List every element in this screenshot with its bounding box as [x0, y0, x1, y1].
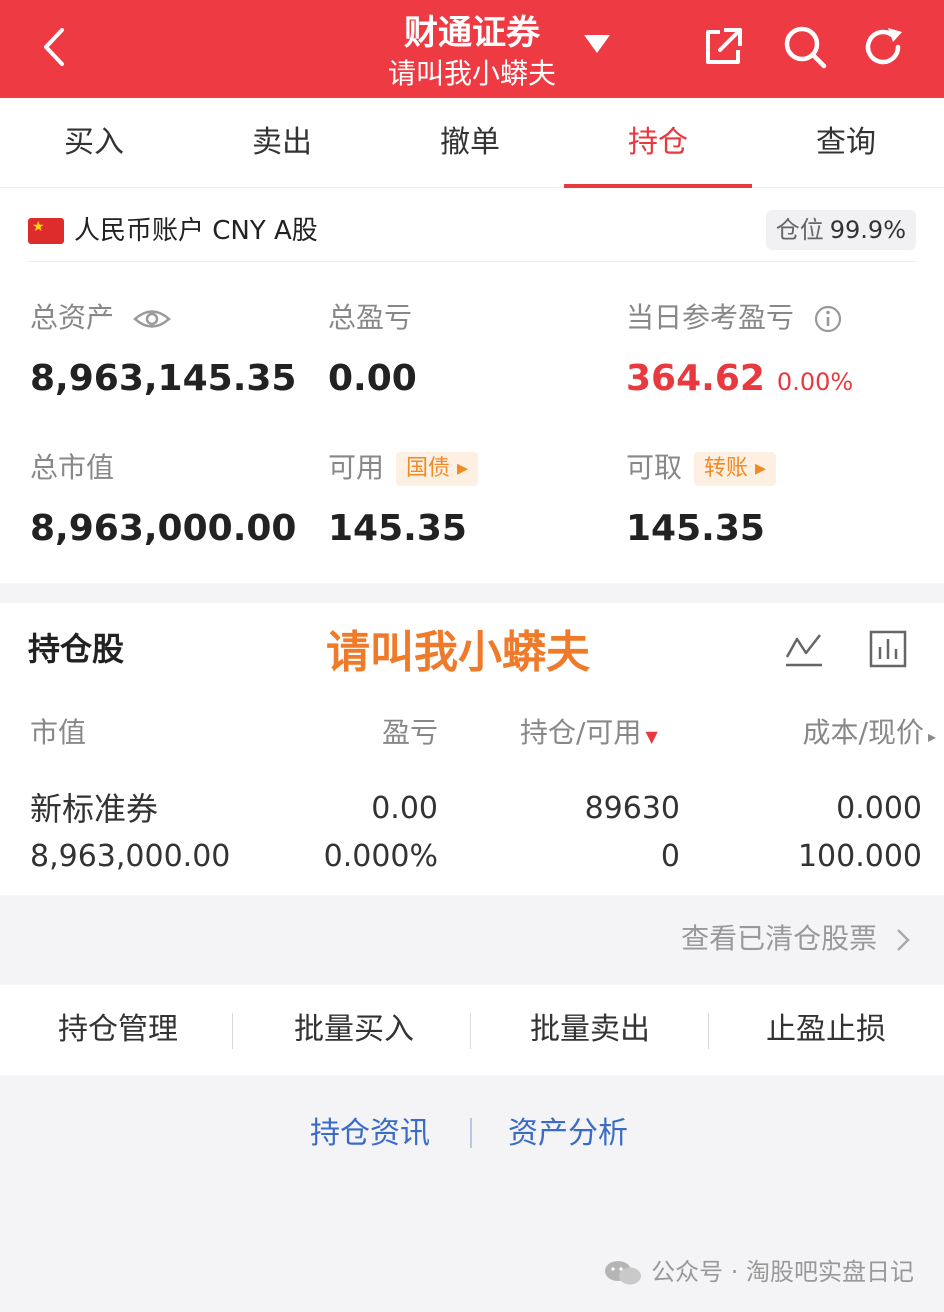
trade-tabs: 买入 卖出 撤单 持仓 查询 — [0, 98, 944, 188]
stock-price: 100.000 — [797, 839, 922, 874]
tab-holdings[interactable]: 持仓 — [564, 98, 752, 188]
link-divider — [470, 1118, 472, 1148]
account-summary: ★ 人民币账户 CNY A股 仓位 99.9% 总资产 8,963,145.35 … — [0, 188, 944, 583]
footer-text: 公众号 · 淘股吧实盘日记 — [651, 1258, 914, 1286]
holdings-title: 持仓股 — [28, 630, 125, 668]
divider — [470, 1013, 471, 1049]
chevron-right-icon — [897, 929, 910, 951]
account-name[interactable]: 人民币账户 CNY A股 — [74, 212, 318, 250]
search-icon[interactable] — [780, 22, 830, 72]
account-row: ★ 人民币账户 CNY A股 仓位 99.9% — [28, 206, 916, 262]
total-assets-value: 8,963,145.35 — [30, 358, 297, 399]
withdrawable-value: 145.35 — [626, 508, 765, 549]
holdings-section: 持仓股 请叫我小蟒夫 市值 盈亏 持仓/可用 ▼ 成本/现价 ▸ 新标准券 8,96… — [0, 603, 944, 895]
withdrawable-funds: 可取 转账 ▸ 145.35 — [626, 448, 777, 554]
col-pl: 盈亏 — [381, 716, 438, 749]
tab-query[interactable]: 查询 — [752, 98, 940, 188]
available-label: 可用 — [328, 451, 385, 484]
stock-name: 新标准券 — [30, 790, 159, 828]
caret-right-icon: ▸ — [927, 727, 936, 746]
stock-position: 89630 — [584, 791, 680, 826]
info-links: 持仓资讯 资产分析 — [0, 1112, 944, 1156]
manage-holdings-button[interactable]: 持仓管理 — [0, 985, 236, 1075]
daily-pl: 当日参考盈亏 364.62 0.00% — [626, 298, 853, 407]
position-ratio-label: 仓位 — [775, 216, 824, 244]
tab-cancel[interactable]: 撤单 — [376, 98, 564, 188]
watermark-text: 请叫我小蟒夫 — [326, 627, 590, 678]
market-value-label: 总市值 — [30, 451, 115, 484]
batch-buy-button[interactable]: 批量买入 — [236, 985, 472, 1075]
share-icon[interactable] — [698, 22, 748, 72]
col-position-sort[interactable]: 持仓/可用 ▼ — [520, 711, 658, 759]
daily-pl-value: 364.62 — [626, 358, 765, 399]
tab-buy[interactable]: 买入 — [0, 98, 188, 188]
total-pl: 总盈亏 0.00 — [328, 298, 417, 404]
available-value: 145.35 — [328, 508, 467, 549]
cleared-positions-link[interactable]: 查看已清仓股票 — [681, 919, 912, 959]
batch-sell-button[interactable]: 批量卖出 — [472, 985, 708, 1075]
wechat-icon — [605, 1261, 642, 1285]
sort-arrow-icon[interactable]: ▼ — [645, 727, 657, 746]
stock-available: 0 — [660, 839, 680, 874]
daily-pl-label: 当日参考盈亏 — [626, 301, 795, 334]
tab-sell[interactable]: 卖出 — [188, 98, 376, 188]
account-switch-caret-icon[interactable] — [582, 32, 612, 56]
position-ratio-value: 99.9% — [829, 216, 906, 244]
market-value: 总市值 8,963,000.00 — [30, 448, 296, 554]
col-cost-price[interactable]: 成本/现价 ▸ — [803, 711, 936, 759]
info-icon[interactable] — [813, 304, 843, 334]
stock-pl: 0.00 — [371, 791, 438, 826]
total-assets: 总资产 8,963,145.35 — [30, 298, 296, 404]
withdrawable-label: 可取 — [626, 451, 683, 484]
treasury-tag-button[interactable]: 国债 ▸ — [396, 452, 479, 486]
eye-icon[interactable] — [133, 306, 171, 332]
bar-chart-icon[interactable] — [868, 629, 908, 669]
refresh-icon[interactable] — [858, 22, 908, 72]
transfer-tag-button[interactable]: 转账 ▸ — [694, 452, 777, 486]
total-pl-value: 0.00 — [328, 358, 417, 399]
position-ratio-badge: 仓位 99.9% — [765, 210, 916, 250]
trend-chart-icon[interactable] — [784, 629, 824, 669]
cleared-positions-bar: 查看已清仓股票 — [0, 895, 944, 985]
available-funds: 可用 国债 ▸ 145.35 — [328, 448, 479, 554]
app-header: 财通证券 请叫我小蟒夫 — [0, 0, 944, 98]
total-pl-label: 总盈亏 — [328, 301, 413, 334]
holdings-news-link[interactable]: 持仓资讯 — [310, 1112, 430, 1156]
asset-analysis-link[interactable]: 资产分析 — [508, 1112, 628, 1156]
col-market-value: 市值 — [30, 716, 87, 749]
stock-market-value: 8,963,000.00 — [30, 839, 231, 874]
total-assets-label: 总资产 — [30, 301, 115, 334]
daily-pl-percent: 0.00% — [776, 368, 854, 396]
market-value-value: 8,963,000.00 — [30, 508, 297, 549]
stock-pl-percent: 0.000% — [323, 839, 438, 874]
divider — [232, 1013, 233, 1049]
holdings-action-bar: 持仓管理 批量买入 批量卖出 止盈止损 — [0, 985, 944, 1075]
stop-profit-loss-button[interactable]: 止盈止损 — [708, 985, 944, 1075]
wechat-footer: 公众号 · 淘股吧实盘日记 — [603, 1254, 914, 1290]
stock-cost: 0.000 — [836, 791, 922, 826]
china-flag-icon: ★ — [28, 218, 64, 244]
